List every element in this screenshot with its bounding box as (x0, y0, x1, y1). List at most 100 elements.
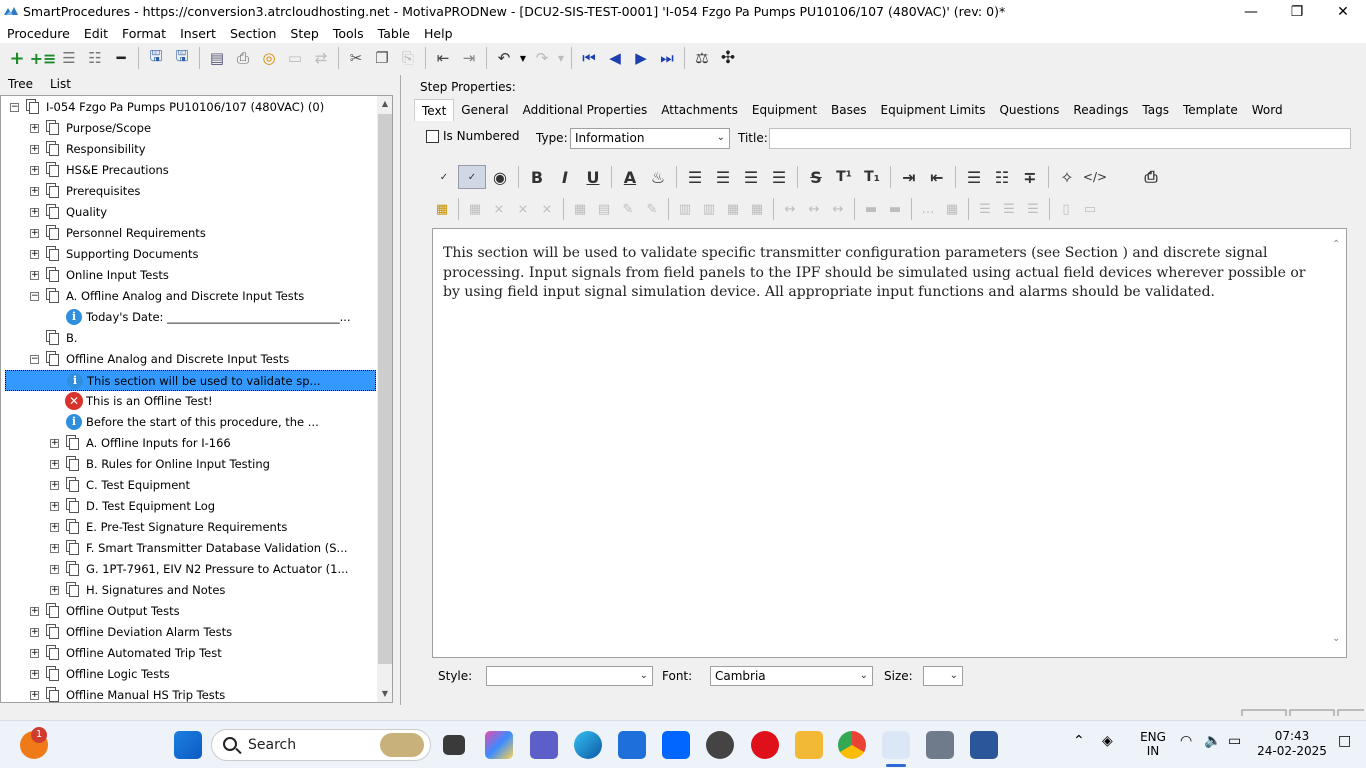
file-explorer-icon[interactable] (795, 731, 823, 759)
list-icon[interactable]: ☰ (56, 46, 82, 70)
tree-node[interactable]: + HS&E Precautions (1, 160, 377, 181)
wifi-icon[interactable]: ◠ (1180, 733, 1192, 749)
redo-dropdown-icon[interactable]: ▼ (555, 46, 567, 70)
undo-icon[interactable]: ↶ (491, 46, 517, 70)
font-color-icon[interactable]: A (616, 165, 644, 189)
scroll-up-icon[interactable]: ▲ (377, 96, 392, 112)
tree-node[interactable]: + Offline Logic Tests (1, 664, 377, 685)
tree-node[interactable]: + Online Input Tests (1, 265, 377, 286)
export-icon[interactable]: ▤ (204, 46, 230, 70)
title-input[interactable] (769, 128, 1351, 149)
dell-icon[interactable] (706, 731, 734, 759)
expand-icon[interactable]: + (50, 523, 59, 532)
clock[interactable]: 07:43 24-02-2025 (1256, 729, 1328, 759)
tab-list[interactable]: List (50, 77, 71, 91)
expand-icon[interactable]: + (30, 271, 39, 280)
font-select[interactable]: Cambria ⌄ (710, 666, 873, 686)
last-icon[interactable]: ⏭ (654, 46, 680, 70)
menu-section[interactable]: Section (223, 26, 283, 41)
chrome-icon[interactable] (838, 731, 866, 759)
menu-format[interactable]: Format (115, 26, 173, 41)
table-tool-icon[interactable]: ▥ (697, 197, 721, 221)
opera-icon[interactable] (751, 731, 779, 759)
table-tool-icon[interactable]: ⨯ (487, 197, 511, 221)
start-windows-icon[interactable] (174, 731, 202, 759)
tree-node[interactable]: + Offline Automated Trip Test (1, 643, 377, 664)
tree-node[interactable]: − I-054 Fzgo Pa Pumps PU10106/107 (480VAC… (1, 97, 377, 118)
align-center-icon[interactable]: ☰ (709, 165, 737, 189)
highlight-icon[interactable]: ♨ (644, 165, 672, 189)
tab-attachments[interactable]: Attachments (654, 99, 745, 121)
table-tool-icon[interactable]: ↔ (802, 197, 826, 221)
table-tool-icon[interactable]: ☰ (973, 197, 997, 221)
table-tool-icon[interactable]: ▬ (859, 197, 883, 221)
edge-icon[interactable] (574, 731, 602, 759)
table-tool-icon[interactable]: ▦ (568, 197, 592, 221)
expand-icon[interactable]: + (30, 124, 39, 133)
decrease-indent-icon[interactable]: ⇤ (923, 165, 951, 189)
list-alt-icon[interactable]: ☷ (82, 46, 108, 70)
tree-node[interactable]: B. (1, 328, 377, 349)
superscript-icon[interactable]: T¹ (830, 165, 858, 189)
expand-icon[interactable]: + (50, 481, 59, 490)
remote-desktop-icon[interactable] (926, 731, 954, 759)
expand-icon[interactable]: + (30, 208, 39, 217)
numbered-list-icon[interactable]: ☷ (988, 165, 1016, 189)
insert-line-icon[interactable]: ∓ (1016, 165, 1044, 189)
expand-icon[interactable]: + (30, 187, 39, 196)
table-tool-icon[interactable]: … (916, 197, 940, 221)
copilot-icon[interactable] (485, 731, 513, 759)
expand-icon[interactable]: + (30, 691, 39, 700)
expand-icon[interactable]: + (30, 649, 39, 658)
smartprocedures-taskbar-icon[interactable] (882, 731, 910, 759)
collapse-icon[interactable]: − (30, 355, 39, 364)
pane-splitter[interactable] (400, 75, 406, 705)
undo-dropdown-icon[interactable]: ▼ (517, 46, 529, 70)
collapse-icon[interactable]: − (30, 292, 39, 301)
bold-button[interactable]: B (523, 165, 551, 189)
taskbar-search[interactable]: Search (211, 729, 431, 761)
save-icon[interactable]: 🖫 (169, 46, 195, 70)
indent-icon[interactable]: ⇤ (430, 46, 456, 70)
html-source-icon[interactable]: </> (1081, 165, 1109, 189)
strikethrough-icon[interactable]: S (802, 165, 830, 189)
tab-equipment[interactable]: Equipment (745, 99, 824, 121)
tab-word[interactable]: Word (1245, 99, 1290, 121)
table-tool-icon[interactable]: ▦ (940, 197, 964, 221)
cut-icon[interactable]: ✂ (343, 46, 369, 70)
table-tool-icon[interactable]: ▯ (1054, 197, 1078, 221)
menu-procedure[interactable]: Procedure (0, 26, 77, 41)
table-tool-icon[interactable]: ↔ (826, 197, 850, 221)
table-tool-icon[interactable]: ▬ (883, 197, 907, 221)
spellcheck-auto-icon[interactable]: ✓ (458, 165, 486, 189)
tree-node[interactable]: + Personnel Requirements (1, 223, 377, 244)
add-substep-icon[interactable]: +≡ (30, 46, 57, 70)
media-icon[interactable]: ◉ (486, 165, 514, 189)
menu-insert[interactable]: Insert (173, 26, 223, 41)
globe-icon[interactable]: ◎ (256, 46, 282, 70)
subscript-icon[interactable]: T₁ (858, 165, 886, 189)
tray-chevron-up-icon[interactable]: ⌃ (1073, 733, 1085, 749)
scroll-down-icon[interactable]: ▼ (377, 686, 392, 702)
print-preview-icon[interactable]: ⎙ (1137, 165, 1165, 189)
tree-node[interactable]: + A. Offline Inputs for I-166 (1, 433, 377, 454)
expand-icon[interactable]: + (30, 229, 39, 238)
collapse-icon[interactable]: − (10, 103, 19, 112)
tree-node[interactable]: + Prerequisites (1, 181, 377, 202)
table-tool-icon[interactable]: ▥ (673, 197, 697, 221)
tab-template[interactable]: Template (1176, 99, 1245, 121)
table-tool-icon[interactable]: ▦ (745, 197, 769, 221)
scroll-thumb[interactable] (378, 114, 392, 664)
tree-node[interactable]: − Offline Analog and Discrete Input Tests (1, 349, 377, 370)
justify-icon[interactable]: ☰ (765, 165, 793, 189)
tree-node[interactable]: + Offline Deviation Alarm Tests (1, 622, 377, 643)
tab-tree[interactable]: Tree (8, 77, 33, 91)
volume-icon[interactable]: 🔈 (1204, 733, 1221, 749)
tree-node[interactable]: + E. Pre-Test Signature Requirements (1, 517, 377, 538)
align-right-icon[interactable]: ☰ (737, 165, 765, 189)
table-tool-icon[interactable]: ✎ (616, 197, 640, 221)
type-select[interactable]: Information ⌄ (570, 128, 730, 149)
tree-node[interactable]: + Offline Manual HS Trip Tests (1, 685, 377, 702)
store-icon[interactable] (618, 731, 646, 759)
remove-icon[interactable]: ━ (108, 46, 134, 70)
